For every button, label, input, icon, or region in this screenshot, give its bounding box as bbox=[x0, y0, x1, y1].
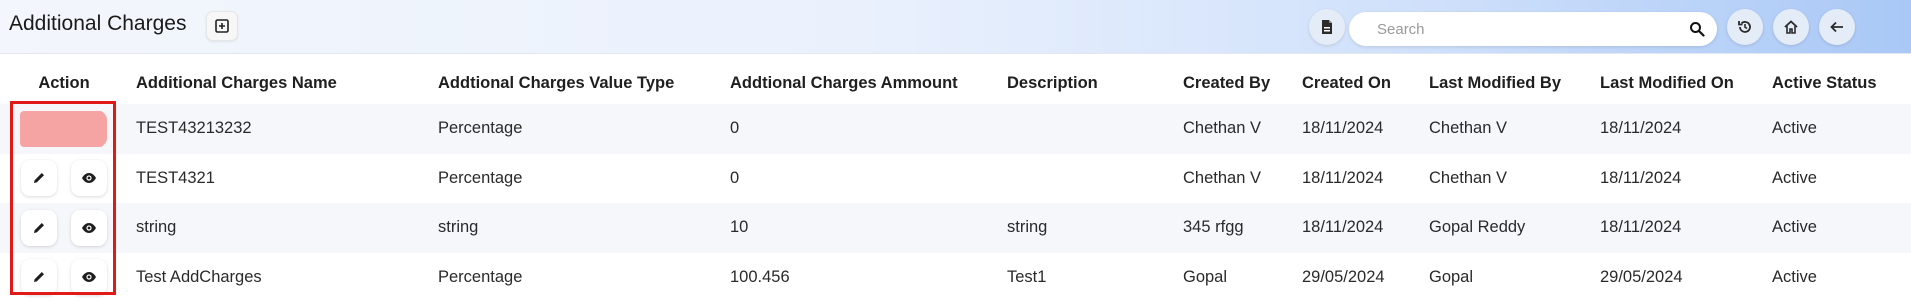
created-by-cell: Gopal bbox=[1183, 253, 1302, 302]
page-title: Additional Charges bbox=[9, 12, 186, 36]
charge-name-cell: Test AddCharges bbox=[128, 253, 438, 302]
action-cell bbox=[0, 253, 128, 302]
charge-name-cell: TEST4321 bbox=[128, 154, 438, 204]
pencil-icon bbox=[32, 270, 46, 284]
last-modified-on-cell: 18/11/2024 bbox=[1600, 154, 1772, 204]
last-modified-by-cell: Gopal bbox=[1429, 253, 1600, 302]
created-on-cell: 29/05/2024 bbox=[1302, 253, 1429, 302]
last-modified-by-cell: Chethan V bbox=[1429, 154, 1600, 204]
last-modified-on-cell: 18/11/2024 bbox=[1600, 104, 1772, 154]
page-header: Additional Charges bbox=[0, 0, 1911, 54]
edit-button[interactable] bbox=[21, 210, 57, 246]
value-type-cell: Percentage bbox=[438, 104, 730, 154]
column-header: Created By bbox=[1183, 62, 1302, 104]
created-by-cell: 345 rfgg bbox=[1183, 203, 1302, 253]
column-header: Addtional Charges Ammount bbox=[730, 62, 1007, 104]
active-status-cell: Active bbox=[1772, 253, 1911, 302]
value-type-cell: Percentage bbox=[438, 154, 730, 204]
pdf-file-icon bbox=[1320, 19, 1334, 35]
amount-cell: 100.456 bbox=[730, 253, 1007, 302]
amount-cell: 10 bbox=[730, 203, 1007, 253]
plus-square-icon bbox=[215, 19, 229, 33]
created-by-cell: Chethan V bbox=[1183, 104, 1302, 154]
pencil-icon bbox=[32, 171, 46, 185]
table-header-row: Action Additional Charges Name Addtional… bbox=[0, 62, 1911, 104]
history-icon bbox=[1737, 19, 1753, 35]
column-header: Action bbox=[0, 62, 128, 104]
column-header: Created On bbox=[1302, 62, 1429, 104]
edit-button[interactable] bbox=[21, 160, 57, 196]
add-charge-button[interactable] bbox=[206, 11, 238, 41]
column-header: Addtional Charges Value Type bbox=[438, 62, 730, 104]
last-modified-by-cell: Chethan V bbox=[1429, 104, 1600, 154]
table-row: Test AddCharges Percentage 100.456 Test1… bbox=[0, 253, 1911, 302]
action-cell bbox=[0, 154, 128, 204]
value-type-cell: string bbox=[438, 203, 730, 253]
eye-icon bbox=[81, 271, 97, 283]
charge-name-cell: TEST43213232 bbox=[128, 104, 438, 154]
table-row: TEST43213232 Percentage 0 Chethan V 18/1… bbox=[0, 104, 1911, 154]
search-input[interactable] bbox=[1377, 18, 1667, 40]
last-modified-on-cell: 18/11/2024 bbox=[1600, 203, 1772, 253]
back-button[interactable] bbox=[1819, 9, 1855, 45]
description-cell bbox=[1007, 154, 1183, 204]
description-cell: Test1 bbox=[1007, 253, 1183, 302]
amount-cell: 0 bbox=[730, 104, 1007, 154]
home-icon bbox=[1783, 19, 1799, 35]
view-button[interactable] bbox=[71, 160, 107, 196]
amount-cell: 0 bbox=[730, 154, 1007, 204]
search-box bbox=[1349, 12, 1717, 46]
charge-name-cell: string bbox=[128, 203, 438, 253]
table-row: string string 10 string 345 rfgg 18/11/2… bbox=[0, 203, 1911, 253]
created-on-cell: 18/11/2024 bbox=[1302, 104, 1429, 154]
home-button[interactable] bbox=[1773, 9, 1809, 45]
arrow-left-icon bbox=[1829, 19, 1845, 35]
action-cell bbox=[0, 203, 128, 253]
pencil-icon bbox=[32, 221, 46, 235]
view-button[interactable] bbox=[71, 259, 107, 295]
eye-icon bbox=[81, 172, 97, 184]
column-header: Additional Charges Name bbox=[128, 62, 438, 104]
history-button[interactable] bbox=[1727, 9, 1763, 45]
column-header: Last Modified On bbox=[1600, 62, 1772, 104]
column-header: Last Modified By bbox=[1429, 62, 1600, 104]
description-cell bbox=[1007, 104, 1183, 154]
created-on-cell: 18/11/2024 bbox=[1302, 154, 1429, 204]
export-pdf-button[interactable] bbox=[1309, 9, 1345, 45]
edit-button[interactable] bbox=[21, 259, 57, 295]
active-status-cell: Active bbox=[1772, 154, 1911, 204]
view-button[interactable] bbox=[71, 210, 107, 246]
active-status-cell: Active bbox=[1772, 203, 1911, 253]
charges-table: Action Additional Charges Name Addtional… bbox=[0, 62, 1911, 302]
active-status-cell: Active bbox=[1772, 104, 1911, 154]
created-by-cell: Chethan V bbox=[1183, 154, 1302, 204]
action-cell bbox=[0, 104, 128, 154]
eye-icon bbox=[81, 222, 97, 234]
column-header: Active Status bbox=[1772, 62, 1911, 104]
description-cell: string bbox=[1007, 203, 1183, 253]
created-on-cell: 18/11/2024 bbox=[1302, 203, 1429, 253]
search-icon[interactable] bbox=[1689, 21, 1705, 37]
table-row: TEST4321 Percentage 0 Chethan V 18/11/20… bbox=[0, 154, 1911, 204]
last-modified-on-cell: 29/05/2024 bbox=[1600, 253, 1772, 302]
column-header: Description bbox=[1007, 62, 1183, 104]
value-type-cell: Percentage bbox=[438, 253, 730, 302]
last-modified-by-cell: Gopal Reddy bbox=[1429, 203, 1600, 253]
